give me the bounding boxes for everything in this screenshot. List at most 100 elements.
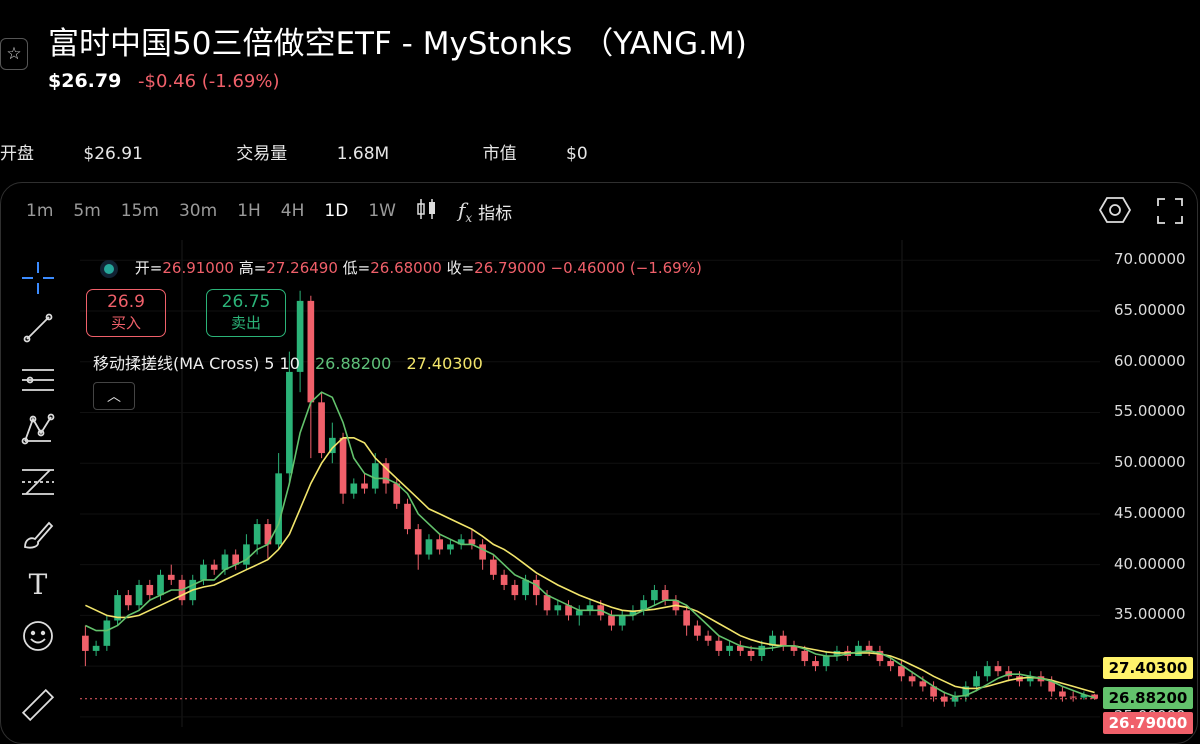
candle [436, 534, 444, 555]
interval-1m[interactable]: 1m [26, 201, 53, 221]
candle [339, 432, 347, 504]
interval-1h[interactable]: 1H [237, 201, 261, 221]
candle [575, 605, 583, 626]
candle-body [715, 640, 723, 651]
sell-button[interactable]: 26.75 卖出 [206, 289, 286, 337]
interval-4h[interactable]: 4H [281, 201, 305, 221]
candle [404, 498, 411, 535]
trendline-icon[interactable] [18, 308, 58, 348]
ma5-price-tag: 26.88200 [1103, 686, 1193, 709]
ohlc-low: 26.68000 [370, 259, 442, 277]
candle-body [200, 564, 207, 580]
candle [683, 605, 690, 636]
candle-body [908, 676, 916, 682]
axis-tick-label: 65.00000 [1114, 301, 1186, 320]
fullscreen-icon[interactable] [1156, 197, 1184, 229]
candle-body [490, 559, 497, 575]
candle-body [135, 584, 143, 606]
candle [92, 640, 100, 656]
ma10-price-tag: 27.40300 [1103, 657, 1193, 680]
candle-body [286, 371, 293, 474]
candle-body [436, 539, 444, 550]
ohlc-legend: 开=26.91000 高=27.26490 低=26.68000 收=26.79… [104, 257, 702, 278]
interval-30m[interactable]: 30m [179, 201, 217, 221]
candle-body [779, 635, 787, 646]
candle [275, 453, 282, 550]
candle-body [253, 524, 261, 545]
fib-icon[interactable] [18, 462, 58, 502]
candle [318, 392, 325, 459]
stat-market-cap: 市值 $0 [482, 144, 588, 164]
candle [425, 534, 433, 560]
axis-tick-label: 45.00000 [1114, 503, 1186, 522]
candle-body [994, 666, 1002, 672]
candle-body [157, 574, 164, 596]
candle-body [318, 402, 325, 454]
settings-hexagon-icon[interactable] [1098, 195, 1132, 229]
indicator-button[interactable]: 指标 [478, 199, 512, 224]
candle [704, 630, 712, 646]
candle [328, 422, 336, 464]
crosshair-icon[interactable] [18, 258, 58, 298]
candle [232, 549, 240, 570]
buy-button[interactable]: 26.9 买入 [86, 289, 166, 337]
candle [500, 569, 508, 591]
brush-icon[interactable] [18, 514, 58, 554]
ruler-icon[interactable] [18, 684, 58, 724]
candlestick-type-icon[interactable] [416, 197, 438, 226]
candle-body [651, 590, 658, 601]
candle-body [801, 650, 809, 662]
candle-body [758, 645, 766, 656]
ohlc-open: 26.91000 [162, 259, 234, 277]
candle [608, 610, 615, 631]
candle [167, 564, 175, 585]
candle-body [210, 564, 218, 570]
emoji-icon[interactable] [18, 616, 58, 656]
candle-body [500, 574, 508, 585]
lines-icon[interactable] [18, 360, 58, 400]
candle-body [371, 463, 379, 489]
candle [779, 630, 787, 651]
ohlc-change: −0.46000 (−1.69%) [550, 259, 702, 277]
axis-tick-label: 60.00000 [1114, 351, 1186, 370]
candle [532, 574, 540, 606]
candle-body [661, 590, 669, 601]
candle-body [694, 625, 701, 636]
candle [296, 290, 304, 393]
interval-15m[interactable]: 15m [121, 201, 159, 221]
candle-body [983, 666, 991, 677]
candle-body [919, 681, 927, 687]
candle [361, 473, 368, 494]
candle-body [726, 645, 733, 651]
text-icon[interactable]: T [18, 564, 58, 604]
axis-tick-label: 35.00000 [1114, 605, 1186, 624]
candle [382, 458, 390, 494]
axis-tick-label: 70.00000 [1114, 250, 1186, 269]
ma5-value: 26.88200 [315, 354, 392, 373]
candle [243, 534, 250, 570]
axis-tick-label: 40.00000 [1114, 554, 1186, 573]
candle-body [92, 645, 100, 651]
favorite-star-button[interactable]: ☆ [0, 38, 28, 70]
candle-body [350, 483, 358, 494]
candle [307, 295, 315, 459]
candle [82, 625, 89, 667]
interval-5m[interactable]: 5m [73, 201, 100, 221]
interval-1d[interactable]: 1D [324, 201, 348, 221]
sell-price: 26.75 [221, 292, 271, 312]
pattern-icon[interactable] [18, 410, 58, 450]
stat-volume: 交易量 1.68M [236, 144, 390, 164]
collapse-legend-button[interactable]: ︿ [93, 382, 135, 410]
ma-params: 5 10 [264, 354, 300, 373]
last-price-tag: 26.79000 [1103, 711, 1193, 734]
candle [447, 539, 454, 555]
interval-1w[interactable]: 1W [368, 201, 396, 221]
stats-row: 开盘 $26.91 交易量 1.68M 市值 $0 [0, 139, 676, 164]
ma-legend: 移动揉搓线(MA Cross) 5 10 26.88200 27.40300 [93, 350, 483, 374]
indicator-fx-icon[interactable]: fx [458, 198, 472, 225]
ma5-line [85, 391, 1095, 699]
candle [457, 534, 465, 550]
candle-body [82, 635, 89, 651]
candle [210, 559, 218, 575]
candle [414, 524, 422, 570]
